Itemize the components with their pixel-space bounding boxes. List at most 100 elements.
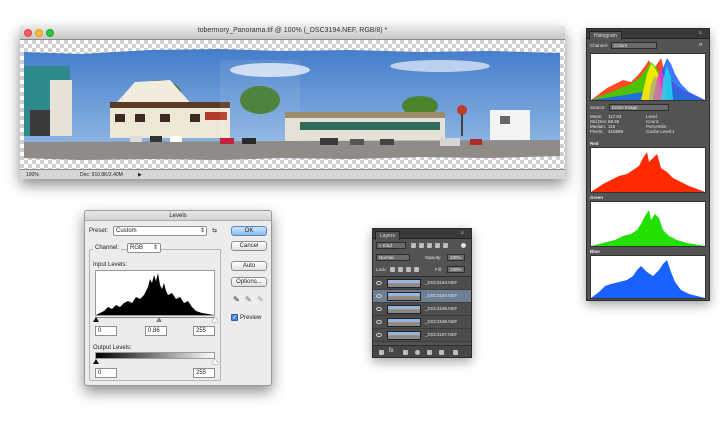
eye-icon[interactable] — [376, 320, 382, 324]
layer-thumbnail — [387, 318, 421, 327]
input-gamma-handle[interactable] — [156, 317, 162, 322]
cancel-button[interactable]: Cancel — [231, 241, 267, 251]
lock-transparent-icon[interactable] — [390, 267, 395, 272]
zoom-level[interactable]: 100% — [26, 172, 39, 178]
auto-button[interactable]: Auto — [231, 261, 267, 271]
filter-shape-icon[interactable] — [435, 243, 440, 248]
trash-icon[interactable] — [453, 350, 458, 355]
layer-row-selected[interactable]: _DSC3194.NEF — [373, 290, 471, 303]
filter-adjustment-icon[interactable] — [419, 243, 424, 248]
input-white-field[interactable]: 255 — [193, 326, 215, 336]
eye-icon[interactable] — [376, 307, 382, 311]
lock-position-icon[interactable] — [406, 267, 411, 272]
stat-label: Cache Level: — [646, 129, 673, 134]
lock-all-icon[interactable] — [414, 267, 419, 272]
layer-row[interactable]: _DSC3196.NEF — [373, 316, 471, 329]
filter-smart-object-icon[interactable] — [443, 243, 448, 248]
blue-histogram-graph — [591, 260, 705, 298]
preset-options-icon[interactable]: ⇆ — [212, 227, 217, 234]
source-select[interactable]: Entire Image — [609, 104, 669, 111]
adjustment-layer-icon[interactable] — [415, 350, 420, 355]
link-layers-icon[interactable] — [379, 350, 384, 355]
refresh-icon[interactable]: ⟳ — [699, 42, 703, 48]
eye-icon[interactable] — [376, 294, 382, 298]
input-slider-track — [95, 317, 215, 318]
green-histogram-graph — [591, 210, 705, 246]
document-canvas[interactable] — [20, 40, 565, 169]
layer-list: _DSC3193.NEF _DSC3194.NEF _DSC3195.NEF _… — [373, 276, 471, 343]
preset-label: Preset: — [89, 228, 109, 234]
white-eyedropper-icon[interactable]: ✎ — [257, 295, 264, 304]
layer-row[interactable]: _DSC3197.NEF — [373, 329, 471, 342]
new-layer-icon[interactable] — [439, 350, 444, 355]
tab-histogram[interactable]: Histogram — [589, 31, 622, 40]
green-channel-label: Green — [590, 195, 604, 200]
layer-row[interactable]: _DSC3193.NEF — [373, 277, 471, 290]
ok-button[interactable]: OK — [231, 226, 267, 236]
fill-field[interactable]: 100% — [447, 266, 465, 273]
input-white-point-handle[interactable] — [212, 317, 218, 322]
channel-select[interactable]: Colors — [611, 42, 657, 49]
panel-menu-icon[interactable]: ≡ — [699, 30, 702, 35]
source-label: Source: — [590, 105, 606, 110]
blue-histogram — [590, 255, 706, 299]
layers-panel: Layers ≡ ⌕ Kind Normal Opacity: 100% Loc… — [372, 228, 472, 358]
eye-icon[interactable] — [376, 281, 382, 285]
layer-name: _DSC3193.NEF — [425, 280, 458, 285]
layer-filter-select[interactable]: ⌕ Kind — [376, 242, 406, 249]
blue-channel-label: Blue — [590, 249, 600, 254]
layers-footer: fx — [373, 345, 471, 357]
eye-icon[interactable] — [376, 333, 382, 337]
preset-select[interactable]: Custom — [113, 226, 207, 236]
red-channel-label: Red — [590, 141, 599, 146]
layer-name: _DSC3195.NEF — [425, 306, 458, 311]
layer-style-icon[interactable]: fx — [389, 348, 394, 354]
layer-thumbnail — [387, 279, 421, 288]
output-black-handle[interactable] — [93, 359, 99, 364]
filter-pixel-icon[interactable] — [411, 243, 416, 248]
blend-mode-select[interactable]: Normal — [376, 254, 410, 261]
lock-pixels-icon[interactable] — [398, 267, 403, 272]
histogram-panel-tabbar: Histogram ≡ — [587, 29, 709, 40]
histogram-panel: Histogram ≡ Channel: Colors ⟳ Source: En… — [586, 28, 710, 301]
input-histogram-graph — [96, 273, 214, 315]
input-black-point-handle[interactable] — [93, 317, 99, 322]
input-gamma-field[interactable]: 0.86 — [145, 326, 167, 336]
stat-value: 315898 — [608, 129, 624, 134]
opacity-field[interactable]: 100% — [447, 254, 465, 261]
preview-label: Preview — [240, 315, 262, 321]
layer-mask-icon[interactable] — [403, 350, 408, 355]
layer-thumbnail — [387, 331, 421, 340]
levels-dialog: Levels Preset: Custom ⇕ ⇆ Channel: RGB ⇕… — [84, 210, 272, 386]
input-black-field[interactable]: 0 — [95, 326, 117, 336]
document-window: tobermory_Panorama.tif @ 100% (_DSC3194.… — [20, 26, 565, 179]
output-white-field[interactable]: 255 — [193, 368, 215, 378]
input-levels-histogram — [95, 270, 215, 316]
gray-eyedropper-icon[interactable]: ✎ — [245, 295, 252, 304]
new-group-icon[interactable] — [427, 350, 432, 355]
filter-toggle-icon[interactable] — [461, 243, 466, 248]
colors-histogram — [590, 53, 706, 101]
layer-thumbnail — [387, 292, 421, 301]
status-menu-arrow-icon[interactable]: ▶ — [138, 172, 142, 178]
tab-layers[interactable]: Layers — [375, 231, 401, 240]
filter-kind-label: Kind — [382, 243, 392, 248]
layer-name: _DSC3196.NEF — [425, 319, 458, 324]
layers-panel-tabbar: Layers ≡ — [373, 229, 471, 240]
filter-type-icon[interactable] — [427, 243, 432, 248]
output-black-field[interactable]: 0 — [95, 368, 117, 378]
preview-checkbox[interactable]: ✓ — [231, 314, 238, 321]
black-eyedropper-icon[interactable]: ✎ — [233, 295, 240, 304]
layer-thumbnail — [387, 305, 421, 314]
document-titlebar: tobermory_Panorama.tif @ 100% (_DSC3194.… — [20, 26, 565, 40]
layer-row[interactable]: _DSC3195.NEF — [373, 303, 471, 316]
red-histogram — [590, 147, 706, 193]
panel-menu-icon[interactable]: ≡ — [461, 230, 464, 235]
layer-name: _DSC3194.NEF — [425, 293, 458, 298]
levels-titlebar[interactable]: Levels — [85, 211, 271, 221]
channel-label: Channel: — [93, 245, 122, 251]
colors-histogram-graph — [591, 58, 705, 100]
output-white-handle[interactable] — [212, 359, 218, 364]
layer-name: _DSC3197.NEF — [425, 332, 458, 337]
options-button[interactable]: Options... — [231, 277, 267, 287]
